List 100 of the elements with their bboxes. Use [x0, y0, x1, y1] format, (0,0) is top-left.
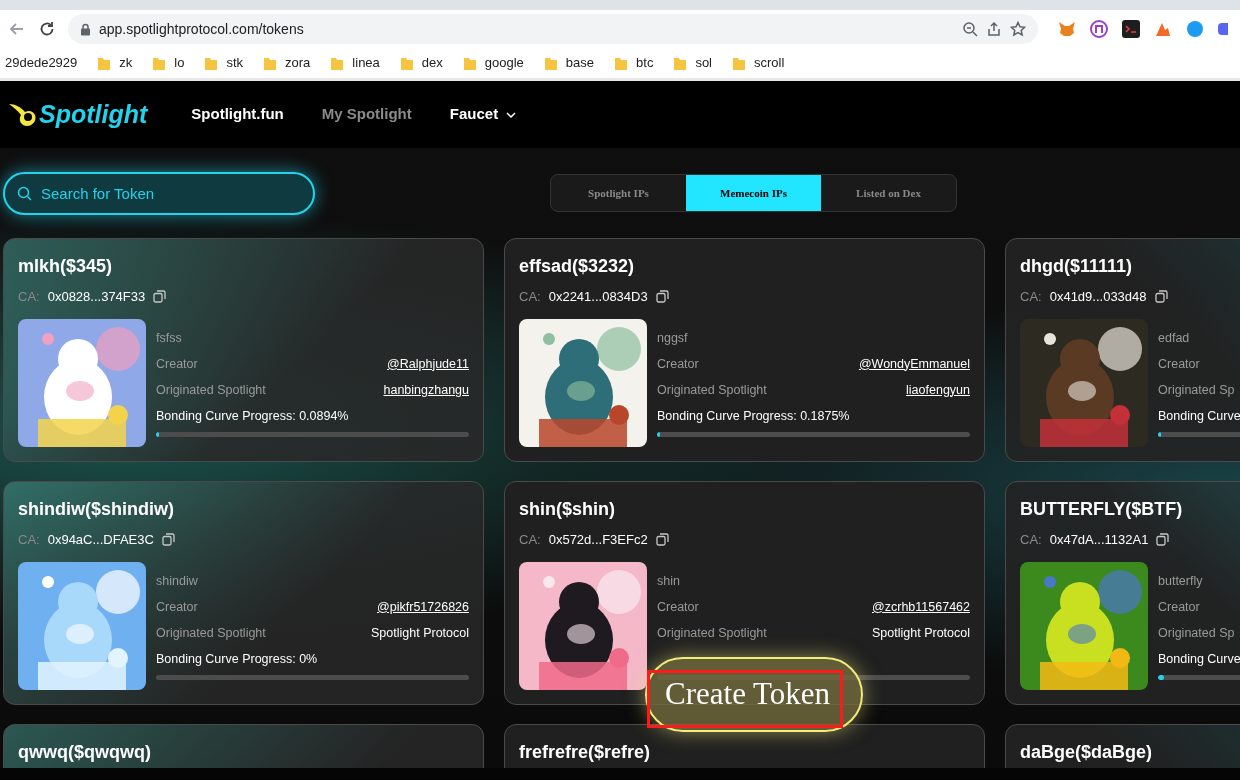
- bookmark[interactable]: google: [462, 53, 524, 73]
- token-title: qwwq($qwqwq): [18, 741, 152, 763]
- token-card[interactable]: frefrefre($refre): [504, 724, 985, 768]
- bookmark[interactable]: stk: [204, 53, 244, 73]
- bookmark[interactable]: scroll: [732, 53, 785, 73]
- fox-icon[interactable]: [1058, 20, 1076, 38]
- star-icon[interactable]: [1010, 21, 1026, 37]
- token-card[interactable]: effsad($3232) CA: 0x2241...0834D3 nggsf Creator @WondyEmmanuel Originated Spotlight liaofengyun Bonding Curve Progress: 0.1875%: [504, 238, 985, 462]
- folder-icon: [204, 55, 219, 71]
- token-title: dhgd($11111): [1020, 255, 1134, 277]
- token-card[interactable]: dhgd($11111) CA: 0x41d9...033d48 edfad Creator Originated Sp Bonding Curve: [1005, 238, 1240, 462]
- row-value: Spotlight Protocol: [371, 624, 469, 642]
- ca-label: CA:: [18, 531, 40, 549]
- token-description: edfad: [1158, 329, 1191, 347]
- circle-icon[interactable]: [1186, 20, 1204, 38]
- folder-icon: [330, 55, 345, 71]
- profile-link[interactable]: @Ralphjude11: [387, 354, 469, 373]
- contract-address: 0x0828...374F33: [47, 288, 146, 306]
- profile-link[interactable]: @zcrhb11567462: [872, 597, 970, 616]
- copy-icon[interactable]: [161, 533, 175, 547]
- bookmark[interactable]: btc: [614, 53, 654, 73]
- token-card[interactable]: mlkh($345) CA: 0x0828...374F33 fsfss Creator @Ralphjude11 Originated Spotlight hanbingzhangu Bonding Curve Progress: 0.0894%: [3, 238, 484, 462]
- row-value: Spotlight Protocol: [872, 624, 970, 642]
- search-field[interactable]: Search for Token: [3, 171, 315, 215]
- token-title: BUTTERFLY($BTF): [1020, 498, 1184, 520]
- folder-icon: [732, 55, 746, 71]
- contract-address: 0x2241...0834D3: [548, 288, 648, 306]
- profile-link[interactable]: @WondyEmmanuel: [858, 354, 970, 373]
- token-description: butterfly: [1158, 572, 1204, 590]
- copy-icon[interactable]: [655, 533, 669, 547]
- progress-label: Bonding Curve Progress: 0.0894%: [156, 407, 350, 425]
- tab[interactable]: Memecoin IPs: [686, 175, 821, 211]
- folder-icon: [614, 55, 629, 71]
- logo-text: Spotlight: [39, 98, 148, 130]
- bookmark[interactable]: zk: [97, 53, 133, 73]
- contract-address: 0x572d...F3EFc2: [548, 531, 648, 549]
- folder-icon: [97, 55, 112, 71]
- row-label: Creator: [156, 355, 198, 373]
- bookmark[interactable]: sol: [673, 53, 712, 73]
- token-card[interactable]: qwwq($qwqwq): [3, 724, 484, 768]
- token-title: daBge($daBge): [1020, 741, 1154, 763]
- token-description: fsfss: [156, 329, 183, 347]
- nav-link[interactable]: My Spotlight: [321, 103, 412, 126]
- ca-label: CA:: [519, 531, 541, 549]
- folder-icon: [543, 55, 558, 71]
- copy-icon[interactable]: [153, 290, 167, 304]
- folder-icon: [462, 55, 477, 71]
- chevron-down-icon: [506, 111, 517, 118]
- contract-address: 0x47dA...1132A1: [1049, 531, 1149, 549]
- profile-link[interactable]: liaofengyun: [906, 380, 970, 399]
- progress-label: Bonding Curve Progress: 0%: [156, 650, 319, 668]
- profile-link[interactable]: @pikfr51726826: [377, 597, 469, 616]
- ca-label: CA:: [1020, 288, 1042, 306]
- folder-icon: [263, 55, 278, 71]
- token-description: shindiw: [156, 572, 199, 590]
- folder-icon: [673, 55, 688, 71]
- tab[interactable]: Listed on Dex: [821, 175, 956, 211]
- row-label: Creator: [156, 598, 198, 616]
- copy-icon[interactable]: [1156, 533, 1170, 547]
- progress-label: Bonding Curve: [1158, 407, 1240, 425]
- copy-icon[interactable]: [1154, 290, 1168, 304]
- zoom-icon[interactable]: [962, 21, 978, 37]
- bookmark[interactable]: dex: [399, 53, 443, 73]
- token-title: mlkh($345): [18, 255, 114, 277]
- ca-label: CA:: [18, 288, 40, 306]
- token-title: frefrefre($refre): [519, 741, 652, 763]
- nav-link[interactable]: Spotlight.fun: [191, 103, 284, 126]
- row-label: Creator: [657, 598, 699, 616]
- token-card[interactable]: BUTTERFLY($BTF) CA: 0x47dA...1132A1 butterfly Creator Originated Sp Bonding Curve: [1005, 481, 1240, 705]
- search-icon: [17, 185, 32, 201]
- token-card[interactable]: daBge($daBge): [1005, 724, 1240, 768]
- token-card[interactable]: shindiw($shindiw) CA: 0x94aC...DFAE3C shindiw Creator @pikfr51726826 Originated Spotlight Spotlight Protocol Bonding Curve Progress: 0%: [3, 481, 484, 705]
- nav-link[interactable]: Faucet: [449, 103, 517, 126]
- bookmark[interactable]: lo: [152, 53, 185, 73]
- contract-address: 0x94aC...DFAE3C: [47, 531, 154, 549]
- row-label: Originated Sp: [1158, 624, 1235, 642]
- bookmark[interactable]: zora: [263, 53, 311, 73]
- profile-link[interactable]: hanbingzhangu: [383, 380, 469, 399]
- bookmark[interactable]: 29dede2929: [5, 53, 78, 73]
- terminal-icon[interactable]: [1122, 20, 1140, 38]
- row-label: Originated Spotlight: [657, 624, 767, 642]
- bookmark[interactable]: base: [543, 53, 595, 73]
- folder-icon: [399, 55, 414, 71]
- copy-icon[interactable]: [655, 290, 669, 304]
- row-label: Creator: [657, 355, 699, 373]
- share-icon[interactable]: [986, 21, 1002, 37]
- address-bar[interactable]: app.spotlightprotocol.com/tokens: [68, 14, 1038, 44]
- row-label: Creator: [1158, 355, 1200, 373]
- bookmark[interactable]: linea: [330, 53, 380, 73]
- row-label: Originated Spotlight: [156, 381, 266, 399]
- row-label: Originated Spotlight: [156, 624, 266, 642]
- url-text: app.spotlightprotocol.com/tokens: [99, 19, 305, 39]
- extension-icon[interactable]: [1090, 20, 1108, 38]
- token-title: shindiw($shindiw): [18, 498, 175, 520]
- row-label: Creator: [1158, 598, 1200, 616]
- tab[interactable]: Spotlight IPs: [551, 175, 686, 211]
- reload-icon[interactable]: [38, 20, 56, 38]
- progress-label: Bonding Curve: [1158, 650, 1240, 668]
- ca-label: CA:: [1020, 531, 1042, 549]
- token-title: shin($shin): [519, 498, 616, 520]
